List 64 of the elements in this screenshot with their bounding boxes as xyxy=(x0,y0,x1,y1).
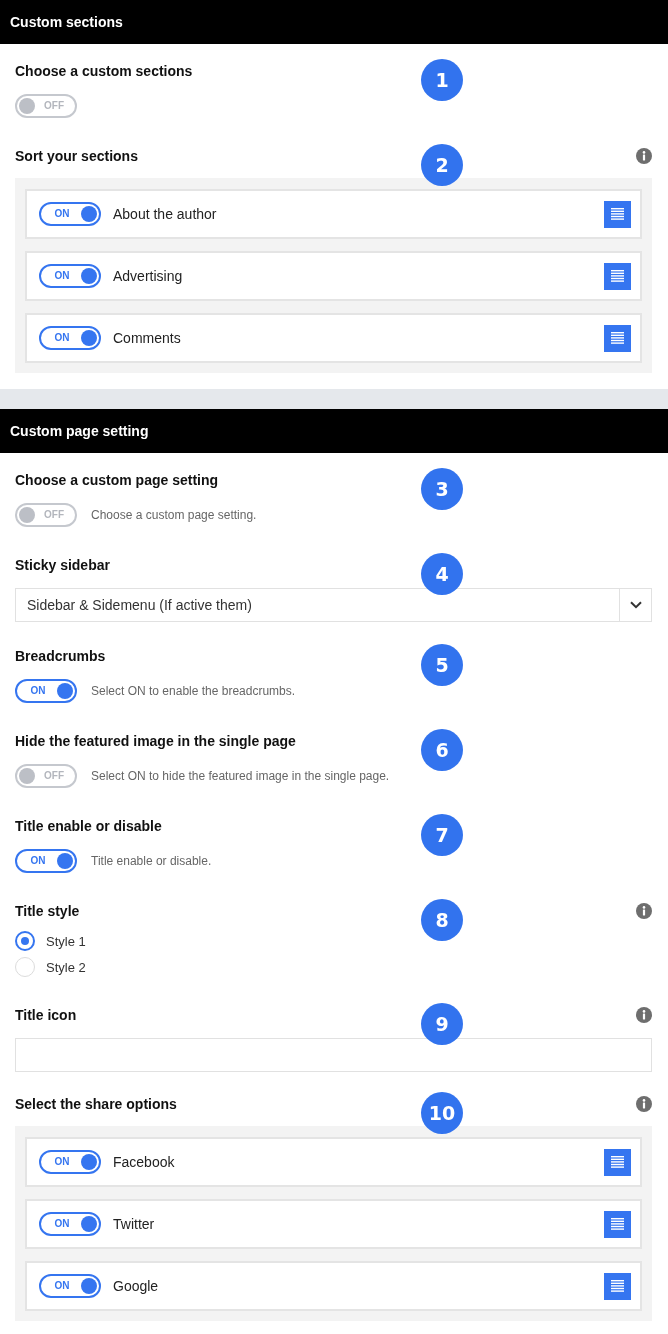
callout-badge: 4 xyxy=(421,553,463,595)
field-label: Title style xyxy=(15,903,80,919)
field-label: Choose a custom sections xyxy=(15,63,193,79)
field-description: Title enable or disable. xyxy=(91,854,212,868)
callout-badge: 2 xyxy=(421,144,463,186)
field-label: Title enable or disable xyxy=(15,818,162,834)
field-label: Sort your sections xyxy=(15,148,138,164)
text-input-field[interactable] xyxy=(15,1038,652,1072)
item-label: Twitter xyxy=(113,1216,155,1232)
toggle-switch[interactable]: ON xyxy=(39,1274,101,1298)
toggle-switch[interactable]: ON xyxy=(39,264,101,288)
callout-badge: 6 xyxy=(421,729,463,771)
lines-icon xyxy=(611,270,624,282)
lines-icon xyxy=(611,332,624,344)
callout-badge: 9 xyxy=(421,1003,463,1045)
lines-icon xyxy=(611,1218,624,1230)
field-label: Hide the featured image in the single page xyxy=(15,733,296,749)
section-header: Custom sections xyxy=(0,0,668,44)
dropdown-select[interactable]: Sidebar & Sidemenu (If active them) xyxy=(15,588,652,622)
field-description: Choose a custom page setting. xyxy=(91,508,257,522)
sortable-item[interactable]: ON Advertising xyxy=(25,251,642,301)
toggle-switch[interactable]: ON xyxy=(39,326,101,350)
item-label: Facebook xyxy=(113,1154,175,1170)
callout-badge: 7 xyxy=(421,814,463,856)
callout-badge: 8 xyxy=(421,899,463,941)
sortable-item[interactable]: ON Google xyxy=(25,1261,642,1311)
lines-icon xyxy=(611,208,624,220)
toggle-switch[interactable]: ON xyxy=(39,1212,101,1236)
callout-badge: 10 xyxy=(421,1092,463,1134)
drag-handle-button[interactable] xyxy=(604,200,631,228)
sortable-item[interactable]: ON Comments xyxy=(25,313,642,363)
section-header: Custom page setting xyxy=(0,409,668,453)
callout-badge: 3 xyxy=(421,468,463,510)
chevron-down-icon xyxy=(629,601,642,609)
field-label: Sticky sidebar xyxy=(15,557,110,573)
field-label: Select the share options xyxy=(15,1096,177,1112)
callout-badge: 5 xyxy=(421,644,463,686)
drag-handle-button[interactable] xyxy=(604,1272,631,1300)
toggle-switch[interactable]: ON xyxy=(39,202,101,226)
toggle-switch[interactable]: ON xyxy=(15,679,77,703)
sortable-item[interactable]: ON Facebook xyxy=(25,1137,642,1187)
field-label: Breadcrumbs xyxy=(15,648,106,664)
toggle-switch[interactable]: ON xyxy=(15,849,77,873)
sortable-item[interactable]: ON About the author xyxy=(25,189,642,239)
lines-icon xyxy=(611,1280,624,1292)
radio-label[interactable]: Style 2 xyxy=(46,959,86,975)
callout-badge: 1 xyxy=(421,59,463,101)
item-label: Advertising xyxy=(113,268,183,284)
drag-handle-button[interactable] xyxy=(604,324,631,352)
drag-handle-button[interactable] xyxy=(604,1210,631,1238)
sortable-item[interactable]: ON Twitter xyxy=(25,1199,642,1249)
field-label: Choose a custom page setting xyxy=(15,472,219,488)
drag-handle-button[interactable] xyxy=(604,1148,631,1176)
field-label: Title icon xyxy=(15,1007,77,1023)
lines-icon xyxy=(611,1156,624,1168)
field-description: Select ON to hide the featured image in the single page. xyxy=(91,769,390,783)
item-label: About the author xyxy=(113,206,217,222)
drag-handle-button[interactable] xyxy=(604,262,631,290)
toggle-switch[interactable]: ON xyxy=(39,1150,101,1174)
field-description: Select ON to enable the breadcrumbs. xyxy=(91,684,296,698)
radio-label[interactable]: Style 1 xyxy=(46,933,86,949)
radio-button[interactable] xyxy=(15,931,35,951)
item-label: Google xyxy=(113,1278,159,1294)
item-label: Comments xyxy=(113,330,181,346)
